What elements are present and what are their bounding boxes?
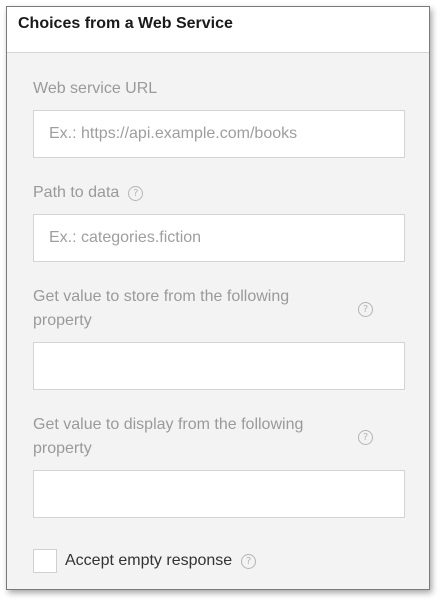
value-property-field: Get value to store from the following pr…: [33, 285, 405, 390]
panel-title: Choices from a Web Service: [18, 14, 233, 32]
path-to-data-field: Path to data ?: [33, 181, 405, 262]
web-service-url-field: Web service URL: [33, 77, 405, 158]
accept-empty-checkbox[interactable]: [33, 549, 57, 573]
display-property-input[interactable]: [33, 470, 405, 518]
path-to-data-label: Path to data ?: [33, 181, 405, 205]
web-service-url-input[interactable]: [33, 110, 405, 158]
help-icon[interactable]: ?: [241, 553, 257, 569]
panel-header: Choices from a Web Service: [7, 7, 429, 53]
value-property-label: Get value to store from the following pr…: [33, 285, 373, 333]
help-icon[interactable]: ?: [128, 185, 144, 201]
path-to-data-input[interactable]: [33, 214, 405, 262]
help-icon[interactable]: ?: [358, 429, 373, 445]
value-property-input[interactable]: [33, 342, 405, 390]
web-service-url-label: Web service URL: [33, 80, 158, 97]
help-icon[interactable]: ?: [358, 301, 373, 317]
accept-empty-label[interactable]: Accept empty response: [65, 552, 232, 570]
display-property-label: Get value to display from the following …: [33, 413, 373, 461]
display-property-field: Get value to display from the following …: [33, 413, 405, 518]
choices-web-service-panel: Choices from a Web Service Web service U…: [6, 6, 430, 590]
accept-empty-row: Accept empty response ?: [33, 549, 257, 573]
